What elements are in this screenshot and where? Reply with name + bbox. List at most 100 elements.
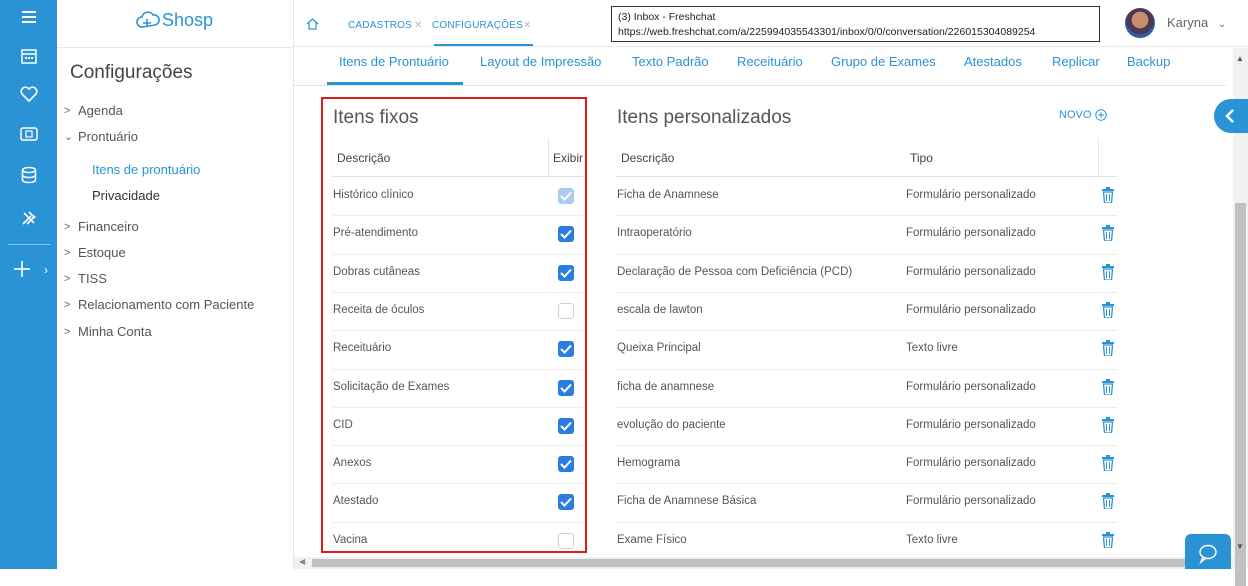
breadcrumb-configuracoes[interactable]: CONFIGURAÇÕES — [432, 20, 523, 31]
tab-texto-padrao[interactable]: Texto Padrão — [632, 54, 709, 69]
trash-icon[interactable] — [1101, 531, 1115, 549]
tools-icon[interactable] — [0, 201, 57, 235]
row-divider — [616, 445, 1117, 447]
tab-replicar[interactable]: Replicar — [1052, 54, 1100, 69]
chevron-right-icon: > — [64, 272, 71, 285]
chevron-down-icon: ⌄ — [1217, 19, 1227, 30]
custom-item-description[interactable]: escala de lawton — [617, 304, 703, 316]
app-logo[interactable]: Shosp — [136, 9, 213, 31]
sidebar-divider — [57, 47, 293, 48]
trash-icon[interactable] — [1101, 187, 1115, 204]
scroll-left-icon[interactable]: ◀ — [299, 557, 305, 566]
custom-item-type: Texto livre — [906, 533, 958, 546]
tooltip-url: https://web.freshchat.com/a/225994035543… — [618, 26, 1036, 38]
tab-receituario[interactable]: Receituário — [737, 54, 803, 69]
scrollbar-thumb[interactable] — [1235, 203, 1246, 586]
user-name: Karyna — [1167, 15, 1209, 30]
page-title: Configurações — [70, 62, 193, 83]
custom-item-description[interactable]: Ficha de Anamnese Básica — [617, 495, 756, 507]
custom-item-description[interactable]: evolução do paciente — [617, 419, 726, 431]
tab-layout-impressao[interactable]: Layout de Impressão — [480, 54, 601, 69]
tab-backup[interactable]: Backup — [1127, 54, 1170, 69]
row-divider — [616, 406, 1117, 408]
trash-icon[interactable] — [1101, 455, 1115, 472]
sidebar-subitem-privacidade[interactable]: Privacidade — [92, 188, 160, 203]
custom-item-description[interactable]: ficha de anamnese — [617, 381, 714, 393]
row-divider — [616, 483, 1117, 485]
app-logo-text: Shosp — [162, 9, 214, 30]
chat-bubble-icon — [1199, 544, 1217, 565]
sidebar-item-label: Financeiro — [78, 219, 139, 234]
row-divider — [616, 368, 1117, 370]
sidebar-item-relacionamento[interactable]: > Relacionamento com Paciente — [64, 297, 254, 312]
custom-item-type: Formulário personalizado — [906, 189, 1036, 201]
horizontal-scrollbar[interactable]: ◀ — [294, 557, 1233, 569]
chevron-right-icon: > — [64, 325, 71, 338]
chevron-right-icon: > — [64, 220, 71, 233]
sidebar-item-label: Relacionamento com Paciente — [78, 297, 255, 312]
custom-item-description[interactable]: Exame Físico — [617, 534, 687, 546]
scroll-up-icon[interactable]: ▲ — [1236, 54, 1244, 63]
row-divider — [616, 521, 1117, 523]
chevron-right-icon: > — [64, 104, 71, 117]
new-item-label: NOVO — [1059, 109, 1092, 121]
custom-item-type: Formulário personalizado — [906, 227, 1036, 240]
sidebar-item-label: Estoque — [78, 245, 126, 260]
trash-icon[interactable] — [1101, 301, 1115, 319]
close-icon[interactable]: ✕ — [414, 20, 423, 31]
sidebar-item-prontuario[interactable]: ⌄ Prontuário — [64, 129, 138, 144]
tab-atestados[interactable]: Atestados — [964, 54, 1022, 69]
scrollbar-thumb[interactable] — [312, 559, 1202, 567]
custom-item-type: Formulário personalizado — [906, 457, 1036, 470]
trash-icon[interactable] — [1101, 263, 1115, 281]
home-icon[interactable] — [306, 17, 319, 35]
collapse-panel-button[interactable] — [1214, 99, 1248, 133]
browser-tab-tooltip: (3) Inbox - Freshchat https://web.freshc… — [611, 6, 1100, 42]
chevron-right-icon: > — [64, 298, 71, 311]
chevron-down-icon: ⌄ — [64, 131, 74, 143]
breadcrumb-cadastros[interactable]: CADASTROS — [348, 20, 412, 31]
trash-icon[interactable] — [1101, 225, 1115, 242]
user-menu[interactable]: Karyna ⌄ — [1167, 15, 1226, 30]
new-item-button[interactable]: NOVO — [1059, 109, 1108, 121]
chevron-left-icon — [1225, 109, 1234, 123]
calendar-icon[interactable] — [0, 39, 57, 73]
trash-icon[interactable] — [1101, 493, 1115, 511]
sidebar-item-minha-conta[interactable]: > Minha Conta — [64, 324, 152, 339]
tab-itens-prontuario[interactable]: Itens de Prontuário — [339, 54, 449, 69]
sidebar-item-tiss[interactable]: > TISS — [64, 271, 107, 286]
close-icon[interactable]: ✕ — [523, 20, 532, 31]
chevron-right-icon[interactable]: › — [44, 263, 48, 277]
custom-item-type: Formulário personalizado — [906, 380, 1036, 393]
money-icon[interactable] — [0, 117, 57, 151]
custom-item-description[interactable]: Declaração de Pessoa com Deficiência (PC… — [617, 266, 852, 278]
avatar[interactable] — [1125, 8, 1155, 38]
sidebar-subitem-itens-prontuario[interactable]: Itens de prontuário — [92, 162, 200, 177]
trash-icon[interactable] — [1101, 378, 1115, 396]
app-rail: › — [0, 0, 57, 569]
sidebar-item-agenda[interactable]: > Agenda — [64, 103, 123, 118]
custom-items-title: Itens personalizados — [617, 107, 792, 128]
heart-icon[interactable] — [0, 77, 57, 111]
tab-grupo-exames[interactable]: Grupo de Exames — [831, 54, 936, 69]
custom-item-description[interactable]: Hemograma — [617, 457, 680, 469]
sidebar-item-financeiro[interactable]: > Financeiro — [64, 219, 139, 234]
custom-item-description[interactable]: Ficha de Anamnese — [617, 189, 719, 201]
custom-item-description[interactable]: Intraoperatório — [617, 227, 692, 239]
database-icon[interactable] — [0, 158, 57, 192]
chevron-right-icon: > — [64, 246, 71, 259]
settings-tabs: Itens de Prontuário Layout de Impressão … — [294, 48, 1226, 86]
sidebar-item-estoque[interactable]: > Estoque — [64, 245, 126, 260]
scroll-down-icon[interactable]: ▼ — [1236, 542, 1244, 551]
row-divider — [616, 291, 1117, 293]
table-header-divider — [616, 176, 1117, 177]
trash-icon[interactable] — [1101, 416, 1115, 434]
custom-item-type: Formulário personalizado — [906, 495, 1036, 508]
row-divider — [616, 215, 1117, 217]
custom-item-description[interactable]: Queixa Principal — [617, 342, 701, 354]
plus-icon[interactable] — [0, 252, 44, 286]
custom-item-type: Formulário personalizado — [906, 418, 1036, 431]
chat-button[interactable] — [1185, 534, 1231, 569]
menu-icon[interactable] — [0, 0, 57, 34]
trash-icon[interactable] — [1101, 340, 1115, 357]
